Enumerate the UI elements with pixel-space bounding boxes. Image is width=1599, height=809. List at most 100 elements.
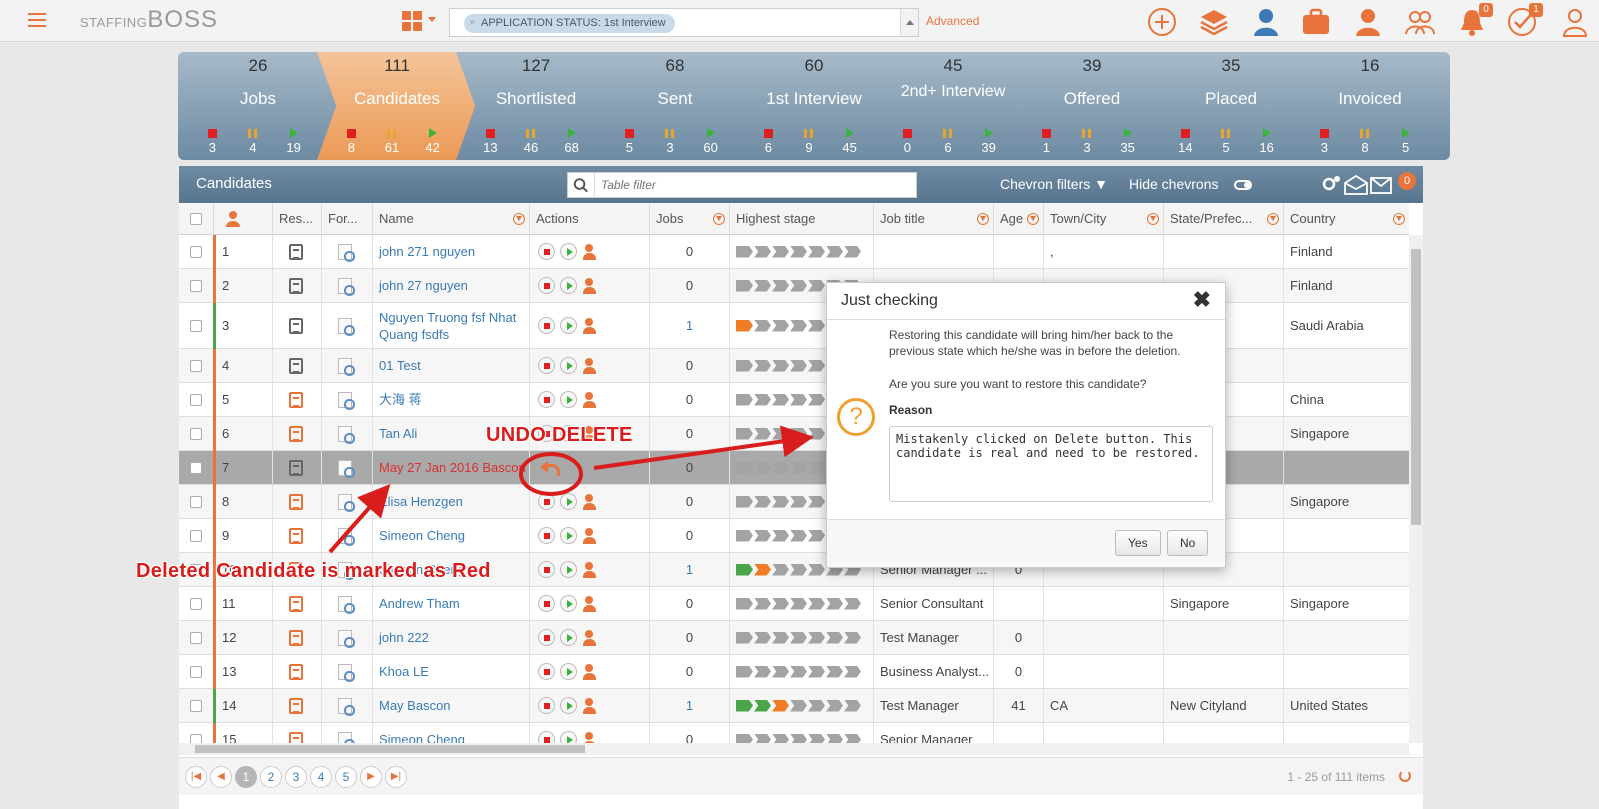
row-checkbox[interactable]	[190, 495, 202, 508]
candidate-name-link[interactable]: Tan Ali	[379, 425, 417, 442]
paused-count[interactable]: 8	[1350, 140, 1380, 155]
yes-button[interactable]: Yes	[1115, 530, 1161, 556]
row-checkbox[interactable]	[190, 245, 202, 258]
chevron-sent[interactable]: 68 Sent 5 3 60	[595, 52, 755, 160]
owner-column-header[interactable]	[213, 203, 272, 235]
stopped-count[interactable]: 6	[753, 140, 783, 155]
group-icon[interactable]	[1405, 7, 1435, 37]
vertical-scrollbar[interactable]	[1409, 235, 1423, 743]
stop-icon[interactable]	[538, 357, 555, 374]
resume-icon[interactable]	[289, 663, 303, 680]
page-2-button[interactable]: 2	[260, 766, 282, 788]
candidate-name-link[interactable]: Elisa Henzgen	[379, 493, 463, 510]
resume-icon[interactable]	[289, 697, 303, 714]
paused-count[interactable]: 4	[238, 140, 268, 155]
paused-count[interactable]: 6	[933, 140, 963, 155]
play-icon[interactable]	[560, 243, 577, 260]
paused-icon[interactable]	[655, 128, 685, 138]
active-count[interactable]: 42	[418, 140, 448, 155]
stopped-icon[interactable]	[197, 128, 227, 138]
row-checkbox[interactable]	[190, 733, 202, 743]
resume-icon[interactable]	[289, 357, 303, 374]
candidate-name-link[interactable]: Khoa LE	[379, 663, 429, 680]
active-count[interactable]: 16	[1252, 140, 1282, 155]
resume-icon[interactable]	[289, 391, 303, 408]
active-icon[interactable]	[279, 128, 309, 138]
tasks[interactable]: 1	[1507, 3, 1543, 37]
hide-chevrons-toggle[interactable]	[1234, 180, 1252, 190]
chevron-shortlisted[interactable]: 127 Shortlisted 13 46 68	[456, 52, 616, 160]
paused-icon[interactable]	[933, 128, 963, 138]
stop-icon[interactable]	[538, 629, 555, 646]
active-count[interactable]: 39	[974, 140, 1004, 155]
filter-chip[interactable]: APPLICATION STATUS: 1st Interview	[464, 14, 675, 33]
play-icon[interactable]	[560, 629, 577, 646]
stopped-count[interactable]: 14	[1170, 140, 1200, 155]
candidate-name-link[interactable]: Nguyen Truong fsf Nhat Quang fsdfs	[379, 309, 529, 343]
filter-icon[interactable]	[977, 213, 989, 225]
stopped-icon[interactable]	[1309, 128, 1339, 138]
mail-icon[interactable]	[1370, 177, 1392, 194]
logo[interactable]: STAFFINGBOSS	[80, 6, 218, 34]
active-icon[interactable]	[418, 128, 448, 138]
active-icon[interactable]	[696, 128, 726, 138]
no-button[interactable]: No	[1167, 530, 1209, 556]
candidate-name-link[interactable]: Andrew Tham	[379, 595, 460, 612]
paused-icon[interactable]	[516, 128, 546, 138]
undo-icon[interactable]	[540, 460, 562, 476]
filter-icon[interactable]	[513, 213, 525, 225]
assign-user-icon[interactable]	[582, 731, 599, 743]
stopped-count[interactable]: 13	[475, 140, 505, 155]
stop-icon[interactable]	[538, 561, 555, 578]
filter-icon[interactable]	[713, 213, 725, 225]
filter-dropdown-button[interactable]	[900, 9, 918, 36]
briefcase-icon[interactable]	[1301, 7, 1331, 37]
column-header-age[interactable]: Age	[993, 203, 1043, 235]
menu-icon[interactable]	[28, 13, 46, 27]
paused-icon[interactable]	[1211, 128, 1241, 138]
play-icon[interactable]	[560, 731, 577, 743]
active-icon[interactable]	[557, 128, 587, 138]
stopped-icon[interactable]	[892, 128, 922, 138]
reason-textarea[interactable]: Mistakenly clicked on Delete button. Thi…	[889, 426, 1213, 502]
play-icon[interactable]	[560, 527, 577, 544]
assign-user-icon[interactable]	[582, 317, 599, 335]
stopped-count[interactable]: 5	[614, 140, 644, 155]
paused-count[interactable]: 3	[655, 140, 685, 155]
form-preview-icon[interactable]	[338, 243, 355, 262]
mail-open-icon[interactable]	[1344, 175, 1368, 195]
global-filter-input[interactable]: APPLICATION STATUS: 1st Interview	[449, 8, 919, 37]
assign-user-icon[interactable]	[582, 527, 599, 545]
scrollbar-thumb[interactable]	[1411, 249, 1421, 525]
assign-user-icon[interactable]	[582, 277, 599, 295]
table-filter-input[interactable]	[601, 176, 901, 194]
form-preview-icon[interactable]	[338, 629, 355, 648]
stop-icon[interactable]	[538, 277, 555, 294]
assign-user-icon[interactable]	[582, 391, 599, 409]
play-icon[interactable]	[560, 391, 577, 408]
page-5-button[interactable]: 5	[335, 766, 357, 788]
resume-icon[interactable]	[289, 595, 303, 612]
assign-user-icon[interactable]	[582, 595, 599, 613]
resume-icon[interactable]	[289, 277, 303, 294]
filter-icon[interactable]	[1027, 213, 1039, 225]
candidate-name-link[interactable]: May 27 Jan 2016 Bascon	[379, 459, 526, 476]
table-row[interactable]: 12 john 222 0 Test Manager 0	[179, 621, 1409, 655]
stop-icon[interactable]	[538, 663, 555, 680]
table-filter[interactable]	[567, 172, 917, 198]
stopped-icon[interactable]	[475, 128, 505, 138]
stop-icon[interactable]	[538, 317, 555, 334]
paused-count[interactable]: 3	[1072, 140, 1102, 155]
stopped-count[interactable]: 0	[892, 140, 922, 155]
form-preview-icon[interactable]	[338, 317, 355, 336]
row-checkbox[interactable]	[190, 699, 202, 712]
chevron-jobs[interactable]: 26 Jobs 3 4 19	[178, 52, 338, 160]
assign-user-icon[interactable]	[582, 629, 599, 647]
active-count[interactable]: 5	[1391, 140, 1421, 155]
stopped-icon[interactable]	[1170, 128, 1200, 138]
column-header-country[interactable]: Country	[1283, 203, 1409, 235]
close-icon[interactable]: ✖	[1193, 287, 1211, 313]
stopped-count[interactable]: 8	[336, 140, 366, 155]
chevron-1st-interview[interactable]: 60 1st Interview 6 9 45	[734, 52, 894, 160]
search-icon[interactable]	[568, 173, 595, 197]
